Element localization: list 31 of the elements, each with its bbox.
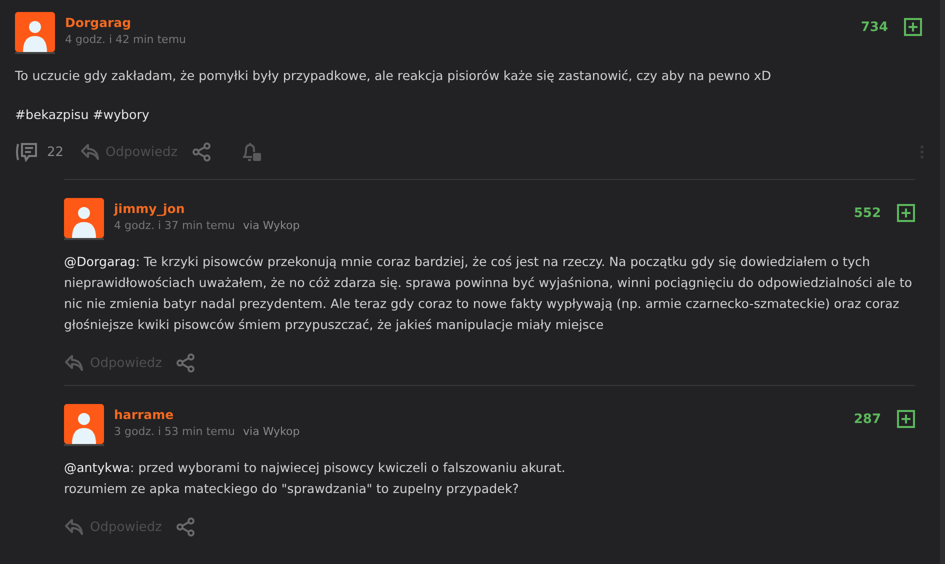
vote-count: 552 xyxy=(854,206,881,220)
upvote-plus-icon[interactable] xyxy=(897,204,915,222)
comment-time: 4 godz. i 37 min temu xyxy=(114,219,236,232)
post-time: 4 godz. i 42 min temu xyxy=(65,33,186,46)
avatar[interactable] xyxy=(64,404,104,446)
mention-link[interactable]: @antykwa xyxy=(64,460,130,475)
author-name[interactable]: Dorgarag xyxy=(65,15,851,30)
avatar[interactable] xyxy=(64,198,104,240)
upvote-plus-icon[interactable] xyxy=(897,410,915,428)
vote-count: 287 xyxy=(854,412,881,426)
mention-link[interactable]: @Dorgarag xyxy=(64,254,136,269)
source-label: via Wykop xyxy=(243,219,300,232)
source-label: via Wykop xyxy=(243,425,300,438)
tag-list: #bekazpisu #wybory xyxy=(15,104,922,125)
share-icon[interactable] xyxy=(176,517,196,537)
comment-count: 22 xyxy=(47,144,64,160)
share-icon[interactable] xyxy=(192,142,212,162)
comment-time: 3 godz. i 53 min temu xyxy=(114,425,236,438)
comment-text: @antykwa: przed wyborami to najwiecej pisowcy kwiczeli o falszowaniu akurat. rozumiem ze apka mateckiego do "sprawdzania" to zupelny przypadek? xyxy=(64,459,566,498)
avatar[interactable] xyxy=(15,12,55,54)
share-icon[interactable] xyxy=(176,353,196,373)
author-name[interactable]: harrame xyxy=(114,407,844,422)
reply-arrow-icon xyxy=(64,518,84,536)
comment-text: @Dorgarag: Te krzyki pisowców przekonują mnie coraz bardziej, że coś jest na rzeczy. Na początku gdy się dowiedziałem o tych nieprawidłowościach uważałem, że no cóż zdarza się. sprawa powinna być wyjaśniona, winni pociągnięciu do odpowiedzialności ale to nic nie zmienia batyr nadal prezydentem. Ale teraz gdy coraz to nowe fakty wypływają (np. armie czarnecko-szmateckie) oraz coraz głośniejsze kwiki pisowców śmiem przypuszczać, że jakieś manipulacje miały miejsce xyxy=(64,253,914,334)
reply-arrow-icon xyxy=(80,143,100,161)
post-text: To uczucie gdy zakładam, że pomyłki były przypadkowe, ale reakcja pisiorów każe się zastanowić, czy aby na pewno xD xyxy=(15,67,772,85)
upvote-plus-icon[interactable] xyxy=(904,18,922,36)
vote-count: 734 xyxy=(860,20,888,34)
comments-icon[interactable] xyxy=(15,142,39,162)
author-name[interactable]: jimmy_jon xyxy=(114,201,844,216)
reply-arrow-icon xyxy=(64,354,84,372)
